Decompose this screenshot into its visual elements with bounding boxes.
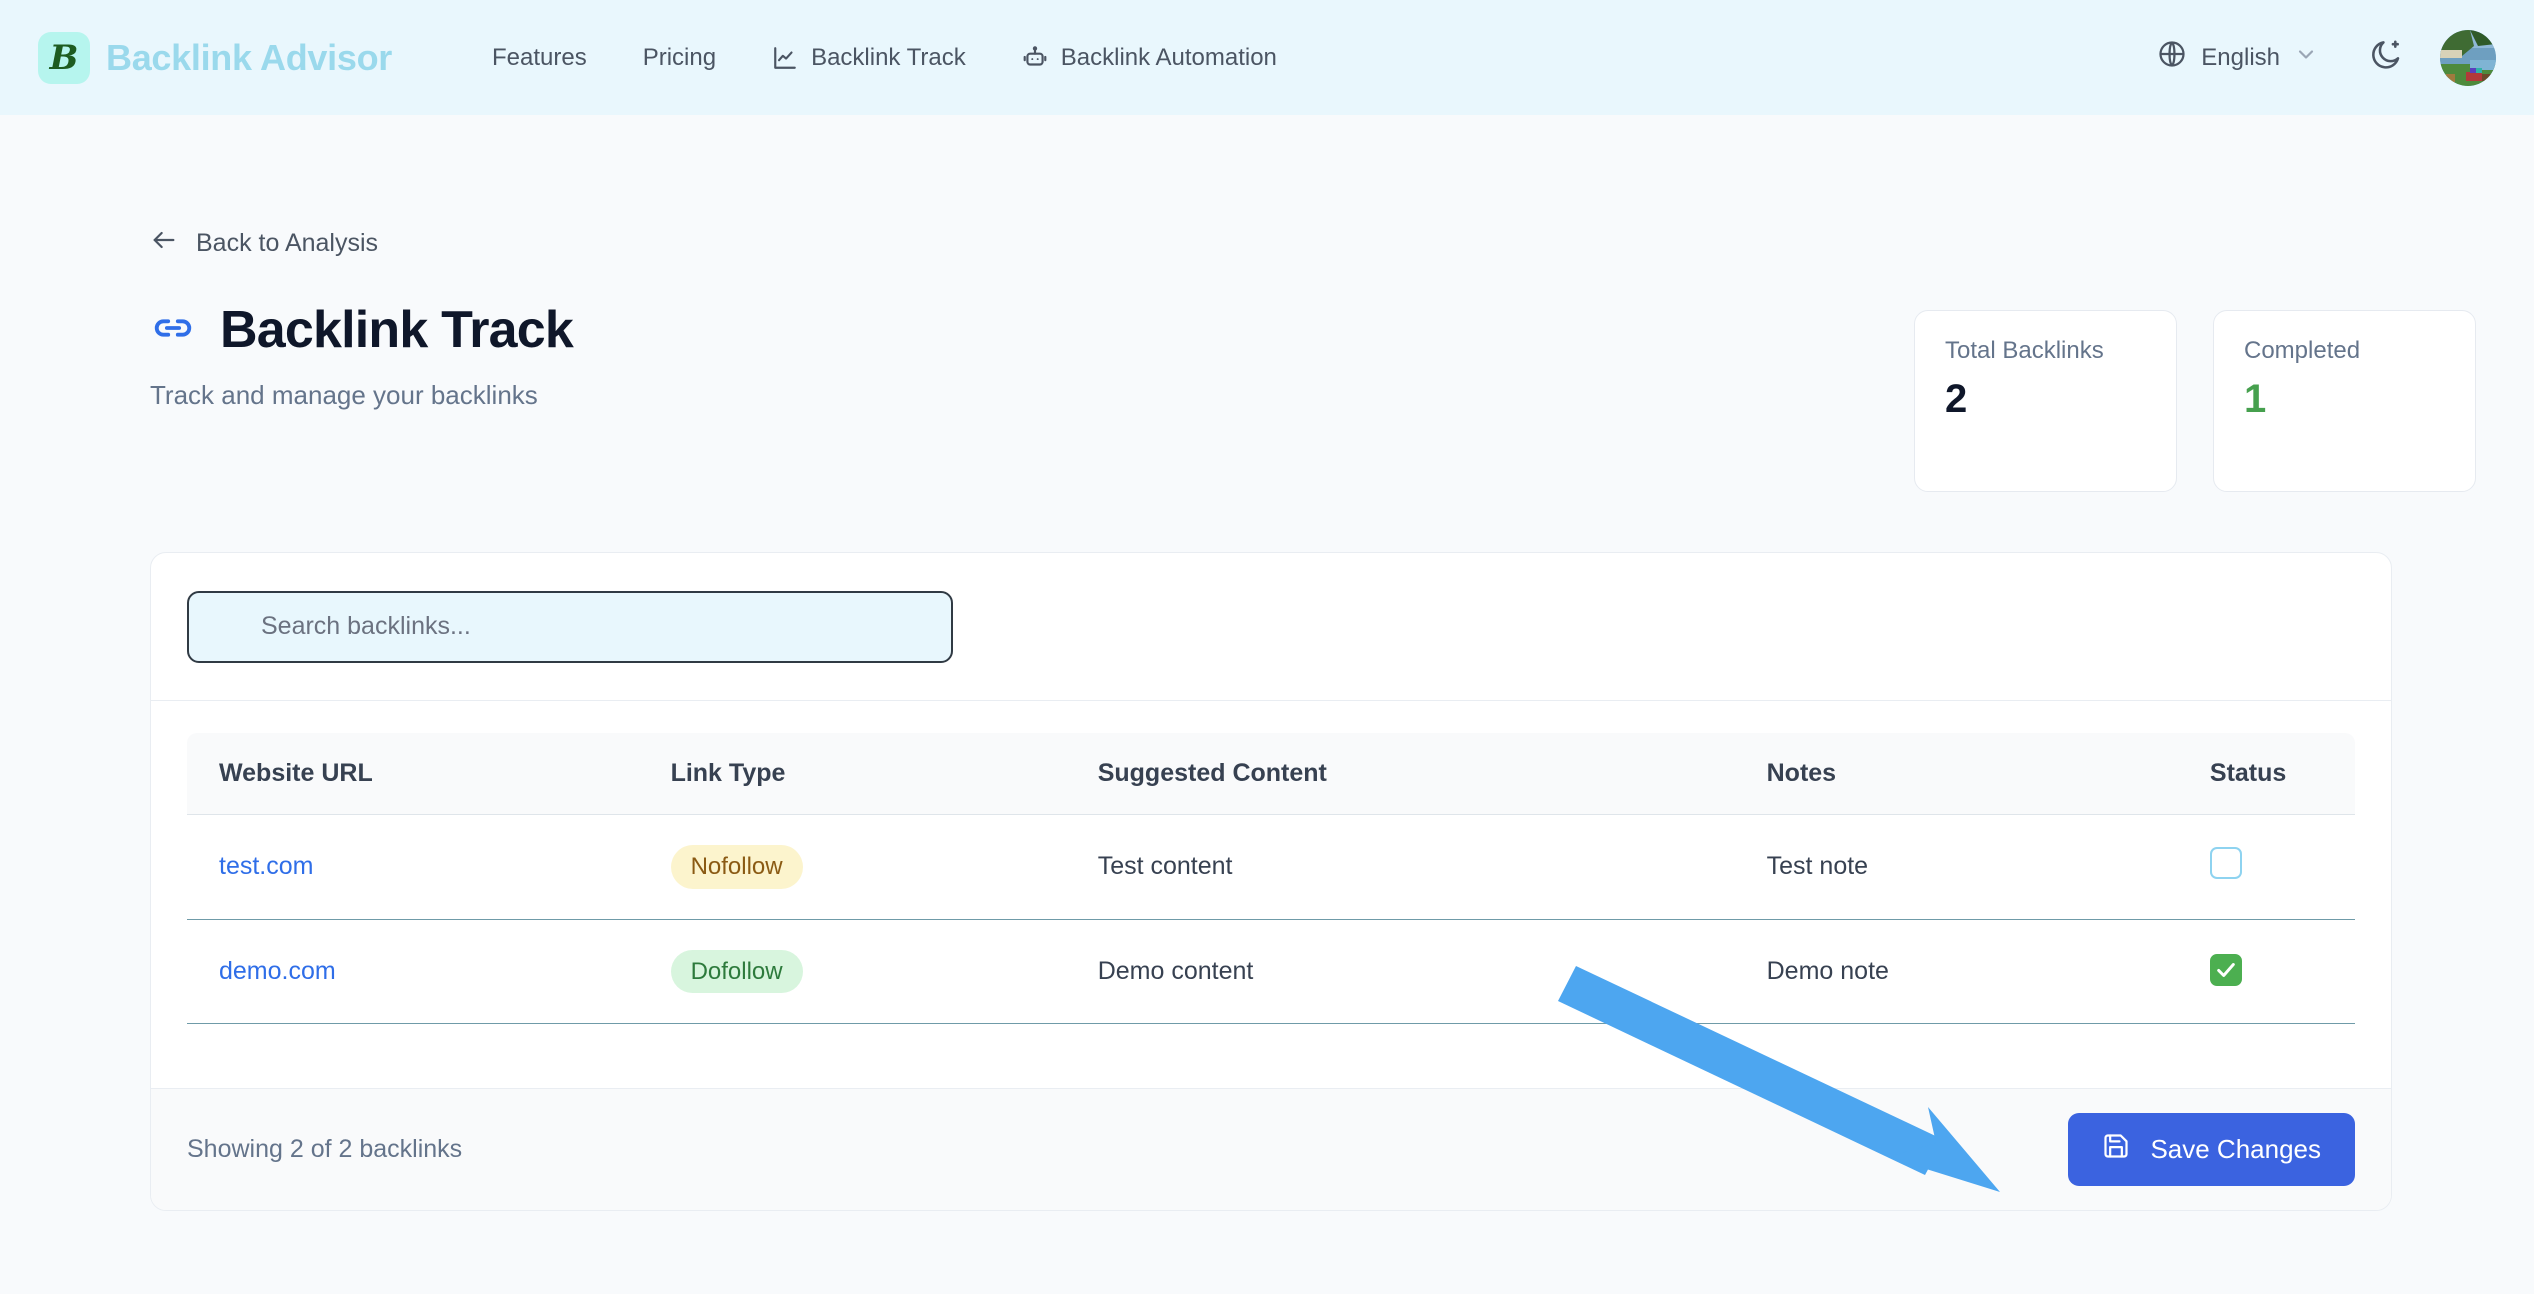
nav-item-features[interactable]: Features: [464, 34, 615, 82]
search-bar: [151, 553, 2391, 701]
cell-website-url: demo.com: [187, 919, 671, 1025]
column-header-website-url: Website URL: [187, 733, 671, 815]
column-header-suggested-content: Suggested Content: [1097, 733, 1767, 815]
language-label: English: [2201, 43, 2280, 71]
chevron-down-icon: [2294, 42, 2318, 73]
save-floppy-disk-icon: [2102, 1132, 2130, 1167]
back-to-analysis-link[interactable]: Back to Analysis: [150, 226, 378, 261]
save-changes-button[interactable]: Save Changes: [2068, 1113, 2355, 1186]
status-checkbox[interactable]: [2209, 954, 2242, 987]
back-to-analysis-label: Back to Analysis: [196, 229, 379, 257]
cell-website-url: test.com: [187, 814, 671, 920]
column-header-link-type: Link Type: [670, 733, 1098, 815]
cell-link-type: Nofollow: [670, 814, 1098, 920]
stat-label: Completed: [2244, 337, 2361, 364]
website-url-link[interactable]: demo.com: [219, 957, 336, 985]
brand-name: Backlink Advisor: [106, 36, 392, 78]
page-content: Back to Analysis Backlink Track Track an…: [0, 115, 2534, 1294]
dark-mode-toggle-button[interactable]: [2358, 30, 2414, 86]
column-header-status: Status: [2209, 733, 2355, 815]
nav-item-label: Pricing: [642, 43, 717, 71]
globe-icon: [2157, 39, 2187, 76]
status-checkbox[interactable]: [2209, 847, 2242, 880]
nav-item-label: Backlink Automation: [1060, 43, 1277, 71]
backlinks-table-wrap: Website URL Link Type Suggested Content …: [151, 701, 2391, 1025]
table-header-row: Website URL Link Type Suggested Content …: [187, 733, 2355, 815]
page-title: Backlink Track: [220, 301, 574, 359]
column-header-notes: Notes: [1766, 733, 2210, 815]
page-subtitle: Track and manage your backlinks: [150, 380, 538, 410]
stat-card-total-backlinks: Total Backlinks 2: [1914, 310, 2177, 492]
nav-item-backlink-track[interactable]: Backlink Track: [744, 34, 994, 82]
avatar-image: [2440, 29, 2496, 86]
save-changes-label: Save Changes: [2150, 1134, 2321, 1164]
arrow-left-icon: [150, 226, 178, 261]
moon-dark-mode-icon: [2368, 37, 2404, 78]
avatar[interactable]: [2440, 29, 2496, 86]
language-selector[interactable]: English: [2141, 31, 2334, 84]
cell-link-type: Dofollow: [670, 919, 1098, 1025]
website-url-link[interactable]: test.com: [219, 852, 313, 880]
stat-card-completed: Completed 1: [2213, 310, 2476, 492]
table-row: demo.com Dofollow Demo content Demo note: [187, 919, 2355, 1025]
top-navigation-bar: B Backlink Advisor Features Pricing Back…: [0, 0, 2534, 115]
cell-suggested-content: Demo content: [1097, 919, 1767, 1025]
main-nav: Features Pricing Backlink Track Backlink…: [464, 34, 1305, 82]
cell-notes: Demo note: [1766, 919, 2210, 1025]
cell-notes: Test note: [1766, 814, 2210, 920]
robot-icon: [1022, 45, 1048, 71]
backlinks-table: Website URL Link Type Suggested Content …: [187, 733, 2355, 1025]
line-chart-icon: [772, 45, 798, 71]
cell-status: [2209, 919, 2355, 1025]
cell-suggested-content: Test content: [1097, 814, 1767, 920]
table-row: test.com Nofollow Test content Test note: [187, 814, 2355, 920]
header-actions: English: [2141, 29, 2496, 86]
link-chain-icon: [150, 305, 196, 356]
link-type-badge: Nofollow: [670, 845, 803, 889]
link-type-badge: Dofollow: [670, 949, 803, 994]
stat-label: Total Backlinks: [1945, 337, 2104, 364]
stats-cards: Total Backlinks 2 Completed 1: [1914, 310, 2476, 492]
check-icon: [2217, 963, 2235, 978]
showing-count-label: Showing 2 of 2 backlinks: [187, 1135, 463, 1163]
stat-value: 2: [1945, 377, 1968, 421]
stat-value: 1: [2244, 377, 2267, 421]
nav-item-pricing[interactable]: Pricing: [615, 34, 744, 82]
backlinks-card: Website URL Link Type Suggested Content …: [150, 552, 2392, 1211]
brand-logo[interactable]: B Backlink Advisor: [38, 31, 392, 84]
brand-logo-icon: B: [38, 31, 90, 84]
page-title-row: Backlink Track: [150, 300, 574, 360]
nav-item-label: Backlink Track: [811, 43, 966, 71]
cell-status: [2209, 814, 2355, 920]
nav-item-label: Features: [491, 43, 587, 71]
nav-item-backlink-automation[interactable]: Backlink Automation: [994, 34, 1305, 82]
card-footer: Showing 2 of 2 backlinks Save Changes: [151, 1088, 2391, 1210]
search-input[interactable]: [187, 590, 953, 663]
